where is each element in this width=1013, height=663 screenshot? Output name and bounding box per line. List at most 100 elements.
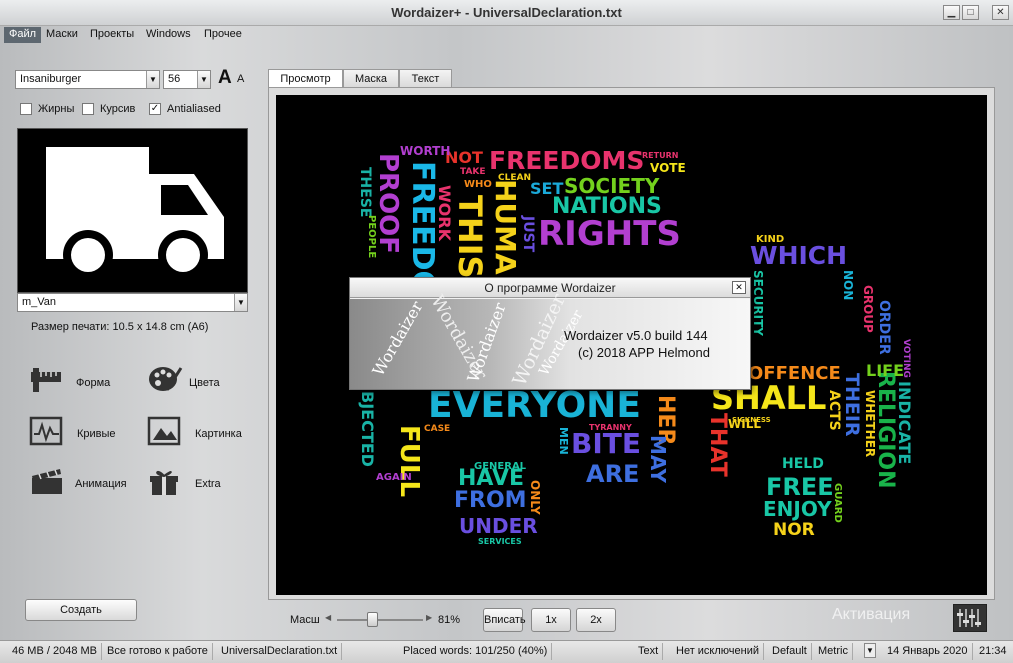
- clapper-icon: [32, 469, 62, 494]
- menu-projects[interactable]: Проекты: [85, 27, 139, 43]
- cloud-word: THAT: [705, 413, 730, 477]
- close-button[interactable]: ✕: [992, 5, 1009, 20]
- zoom-1x-button[interactable]: 1x: [531, 608, 571, 632]
- fit-button[interactable]: Вписать: [483, 608, 526, 632]
- activation-watermark: Активация: [832, 606, 911, 623]
- cloud-word: FULL: [394, 425, 424, 498]
- picture-icon: [147, 416, 181, 446]
- font-size-value: 56: [168, 73, 181, 85]
- bold-checkbox[interactable]: [20, 103, 32, 115]
- antialiased-label: Antialiased: [167, 103, 221, 115]
- cloud-word: TYRANNY: [589, 423, 632, 432]
- cloud-word: PROOF: [373, 153, 403, 255]
- font-grow-button[interactable]: A: [218, 67, 232, 89]
- tab-mask[interactable]: Маска: [343, 69, 399, 89]
- cloud-word: JUST: [520, 216, 536, 253]
- cloud-word: VOTING: [901, 339, 911, 378]
- curves-tool[interactable]: Кривые: [29, 416, 124, 452]
- date-dropdown-icon[interactable]: ▼: [864, 643, 876, 658]
- cloud-word: BITE: [571, 427, 641, 460]
- cloud-word: SOCIETY: [564, 174, 660, 198]
- font-name-select[interactable]: Insaniburger ▼: [15, 70, 160, 89]
- cloud-word: WHICH: [750, 241, 848, 270]
- menu-windows[interactable]: Windows: [141, 27, 196, 43]
- cloud-word: BJECTED: [358, 391, 377, 467]
- status-file: UniversalDeclaration.txt: [217, 643, 343, 660]
- animation-tool-label: Анимация: [75, 478, 127, 490]
- slider-right-icon[interactable]: ▶: [426, 613, 432, 622]
- extra-tool[interactable]: Extra: [147, 466, 242, 502]
- status-default: Default: [768, 643, 812, 660]
- mask-select[interactable]: m_Van ▼: [17, 293, 248, 312]
- cloud-word: ARE: [586, 460, 640, 488]
- cloud-word: FREEDOMS: [489, 146, 645, 175]
- mask-value: m_Van: [22, 296, 57, 308]
- about-copyright: (c) 2018 APP Helmond: [578, 345, 710, 360]
- ruler-icon: [31, 368, 61, 392]
- status-time: 21:34: [979, 645, 1007, 657]
- colors-tool[interactable]: Цвета: [147, 364, 242, 400]
- extra-tool-label: Extra: [195, 478, 221, 490]
- slider-left-icon[interactable]: ◀: [325, 613, 331, 622]
- cloud-word: GENERAL: [474, 461, 527, 472]
- status-placed-words: Placed words: 101/250 (40%): [399, 643, 553, 660]
- animation-tool[interactable]: Анимация: [29, 466, 139, 502]
- status-exceptions: Нет исключений: [672, 643, 765, 660]
- cloud-word: HELD: [782, 456, 824, 472]
- cloud-word: VOTE: [650, 161, 686, 175]
- cloud-word: SERVICES: [478, 537, 522, 546]
- status-units: Metric: [814, 643, 853, 660]
- about-version: Wordaizer v5.0 build 144: [564, 328, 708, 343]
- italic-checkbox[interactable]: [82, 103, 94, 115]
- cloud-word: GROUP: [861, 285, 875, 333]
- equalizer-icon[interactable]: [953, 604, 987, 632]
- menu-file[interactable]: Файл: [4, 27, 42, 43]
- tab-preview[interactable]: Просмотр: [268, 69, 343, 89]
- cloud-word: SECURITY: [751, 270, 765, 336]
- mask-preview: [17, 128, 248, 293]
- chevron-down-icon: ▼: [197, 71, 210, 88]
- font-size-select[interactable]: 56 ▼: [163, 70, 211, 89]
- van-mask-icon: [46, 147, 224, 280]
- cloud-word: WORTH: [400, 144, 451, 158]
- curves-tool-label: Кривые: [77, 428, 116, 440]
- slider-thumb[interactable]: [367, 612, 379, 627]
- cloud-word: RELIGION: [873, 371, 898, 489]
- minimize-button[interactable]: ▁: [943, 5, 960, 20]
- dialog-close-button[interactable]: ✕: [732, 281, 746, 294]
- font-shrink-button[interactable]: A: [237, 73, 244, 85]
- cloud-word: MAY: [646, 435, 670, 483]
- cloud-word: FREE: [766, 473, 834, 501]
- about-dialog-body: Wordaizer Wordaizer Wordaizer Wordaizer …: [350, 291, 750, 389]
- shape-tool[interactable]: Форма: [29, 364, 124, 400]
- chevron-down-icon: ▼: [234, 294, 247, 311]
- create-button[interactable]: Создать: [25, 599, 137, 621]
- zoom-value: 81%: [438, 614, 461, 626]
- cloud-word: FROM: [454, 488, 527, 513]
- menu-other[interactable]: Прочее: [199, 27, 247, 43]
- cloud-word: PEOPLE: [366, 215, 377, 259]
- watermark-text: Wordaizer: [368, 297, 427, 380]
- maximize-button[interactable]: □: [962, 5, 979, 20]
- font-name-value: Insaniburger: [20, 73, 82, 85]
- cloud-word: ENJOY: [763, 497, 832, 521]
- tab-text[interactable]: Текст: [399, 69, 452, 89]
- cloud-word: FREEDO: [405, 161, 440, 296]
- status-memory: 46 MB / 2048 MB: [8, 643, 102, 660]
- cloud-word: AGAIN: [376, 472, 412, 483]
- cloud-word: NON: [841, 270, 855, 301]
- slider-track: [337, 619, 423, 621]
- antialiased-checkbox[interactable]: ✓: [149, 103, 161, 115]
- cloud-word: WHO: [464, 179, 492, 190]
- chevron-down-icon: ▼: [146, 71, 159, 88]
- status-date: 14 Январь 2020: [883, 643, 973, 660]
- cloud-word: THEIR: [841, 373, 863, 437]
- picture-tool[interactable]: Картинка: [147, 416, 257, 452]
- menu-masks[interactable]: Маски: [41, 27, 83, 43]
- cloud-word: NOR: [773, 520, 815, 540]
- zoom-slider[interactable]: ◀ ▶: [325, 612, 435, 627]
- cloud-word: MEN: [557, 427, 570, 455]
- zoom-2x-button[interactable]: 2x: [576, 608, 616, 632]
- cloud-word: TAKE: [460, 167, 486, 177]
- cloud-word: LIFE: [866, 361, 905, 380]
